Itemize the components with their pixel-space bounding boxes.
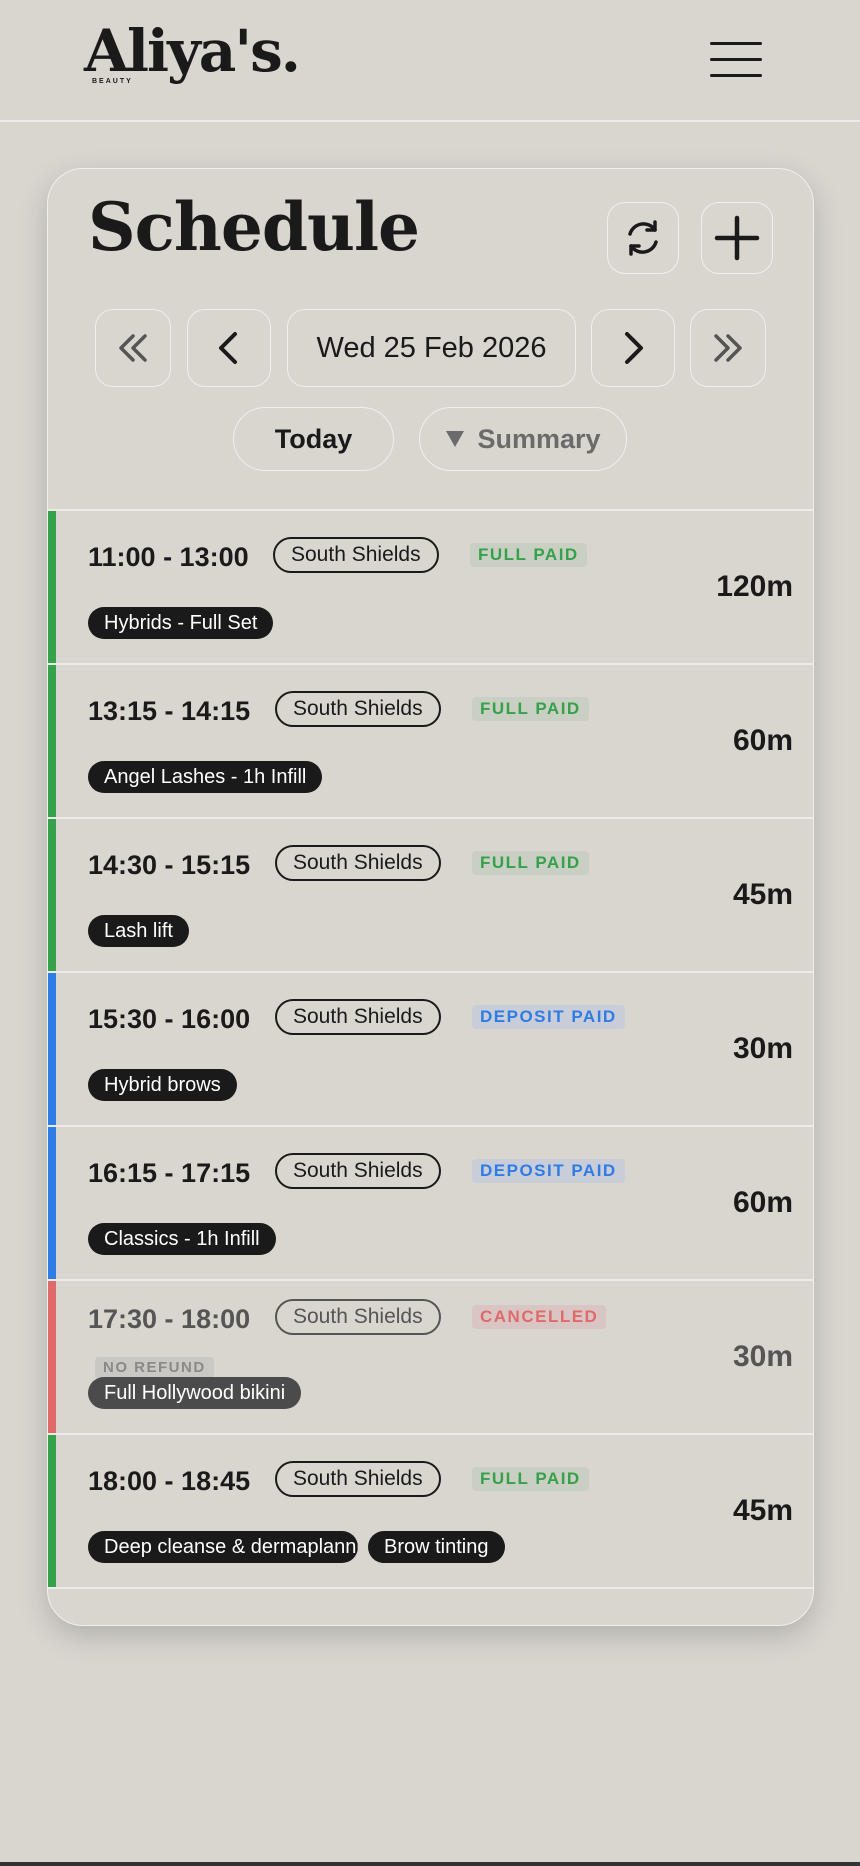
double-chevron-left-icon bbox=[119, 334, 147, 362]
appointment-duration: 120m bbox=[716, 570, 793, 603]
status-color-bar bbox=[48, 1435, 56, 1587]
brand-logo[interactable]: Aliya's. bbox=[84, 22, 301, 80]
location-badge: South Shields bbox=[273, 537, 439, 573]
chevron-left-icon bbox=[219, 332, 237, 364]
status-color-bar bbox=[48, 1127, 56, 1279]
status-color-bar bbox=[48, 819, 56, 971]
appointment-row[interactable]: 17:30 - 18:00 South Shields CANCELLED NO RE… bbox=[48, 1281, 813, 1435]
plus-icon bbox=[714, 215, 760, 261]
summary-label: Summary bbox=[477, 423, 601, 454]
location-badge: South Shields bbox=[275, 1461, 441, 1497]
appointment-row[interactable]: 18:00 - 18:45 South Shields FULL PAID Deep … bbox=[48, 1435, 813, 1589]
appointment-row[interactable]: 16:15 - 17:15 South Shields DEPOSIT PAID Cl… bbox=[48, 1127, 813, 1281]
service-list: Full Hollywood bikini bbox=[88, 1377, 302, 1409]
status-color-bar bbox=[48, 511, 56, 663]
status-color-bar bbox=[48, 665, 56, 817]
schedule-card: Schedule Wed 25 Feb 2026 Today Summary 1… bbox=[47, 168, 814, 1626]
next-week-button[interactable] bbox=[690, 309, 766, 387]
today-button[interactable]: Today bbox=[233, 407, 394, 471]
location-badge: South Shields bbox=[275, 999, 441, 1035]
refresh-button[interactable] bbox=[607, 202, 679, 274]
service-list: Lash lift bbox=[88, 915, 189, 947]
appointment-duration: 60m bbox=[732, 1186, 793, 1219]
payment-status-badge: FULL PAID bbox=[472, 851, 589, 875]
service-list: Hybrid brows bbox=[88, 1069, 237, 1101]
service-chip: Hybrid brows bbox=[88, 1069, 237, 1101]
service-chip: Deep cleanse & dermaplanning bbox=[88, 1531, 358, 1563]
appointment-time: 16:15 - 17:15 bbox=[88, 1158, 251, 1188]
service-list: Deep cleanse & dermaplanning Brow tinting bbox=[88, 1531, 505, 1563]
summary-toggle-button[interactable]: Summary bbox=[419, 407, 627, 471]
top-bar: Aliya's. BEAUTY bbox=[0, 0, 860, 122]
payment-status-badge: FULL PAID bbox=[470, 543, 587, 567]
previous-week-button[interactable] bbox=[95, 309, 171, 387]
appointment-time: 15:30 - 16:00 bbox=[88, 1004, 251, 1034]
location-badge: South Shields bbox=[275, 1153, 441, 1189]
service-chip: Brow tinting bbox=[368, 1531, 505, 1563]
refresh-icon bbox=[628, 220, 658, 256]
hamburger-menu-icon[interactable] bbox=[710, 40, 762, 80]
appointment-duration: 30m bbox=[732, 1032, 793, 1065]
status-color-bar bbox=[48, 1281, 56, 1433]
brand-logo-subtext: BEAUTY bbox=[92, 78, 133, 85]
appointment-duration: 45m bbox=[732, 1494, 793, 1527]
appointment-duration: 60m bbox=[732, 724, 793, 757]
location-badge: South Shields bbox=[275, 845, 441, 881]
previous-day-button[interactable] bbox=[187, 309, 271, 387]
page-title: Schedule bbox=[88, 188, 420, 266]
service-chip: Angel Lashes - 1h Infill bbox=[88, 761, 323, 793]
payment-status-badge: FULL PAID bbox=[472, 1467, 589, 1491]
appointment-time: 17:30 - 18:00 bbox=[88, 1304, 251, 1334]
payment-status-badge: FULL PAID bbox=[472, 697, 589, 721]
service-chip: Hybrids - Full Set bbox=[88, 607, 274, 639]
date-picker-button[interactable]: Wed 25 Feb 2026 bbox=[287, 309, 576, 387]
service-chip: Classics - 1h Infill bbox=[88, 1223, 276, 1255]
location-badge: South Shields bbox=[275, 691, 441, 727]
double-chevron-right-icon bbox=[714, 334, 742, 362]
payment-status-badge: DEPOSIT PAID bbox=[472, 1159, 625, 1183]
appointment-time: 18:00 - 18:45 bbox=[88, 1466, 251, 1496]
triangle-down-icon bbox=[446, 431, 465, 447]
service-chip: Lash lift bbox=[88, 915, 189, 947]
service-chip: Full Hollywood bikini bbox=[88, 1377, 302, 1409]
add-appointment-button[interactable] bbox=[701, 202, 773, 274]
service-list: Classics - 1h Infill bbox=[88, 1223, 276, 1255]
bottom-divider bbox=[0, 1862, 860, 1866]
appointment-list: 11:00 - 13:00 South Shields FULL PAID Hybri… bbox=[48, 509, 813, 1589]
appointment-row[interactable]: 14:30 - 15:15 South Shields FULL PAID Lash … bbox=[48, 819, 813, 973]
appointment-row[interactable]: 11:00 - 13:00 South Shields FULL PAID Hybri… bbox=[48, 511, 813, 665]
payment-status-badge: DEPOSIT PAID bbox=[472, 1005, 625, 1029]
appointment-duration: 30m bbox=[732, 1340, 793, 1373]
chevron-right-icon bbox=[625, 332, 643, 364]
appointment-time: 11:00 - 13:00 bbox=[88, 542, 249, 572]
refund-note-badge: NO REFUND bbox=[95, 1357, 214, 1379]
next-day-button[interactable] bbox=[591, 309, 675, 387]
appointment-time: 14:30 - 15:15 bbox=[88, 850, 251, 880]
service-list: Hybrids - Full Set bbox=[88, 607, 274, 639]
appointment-duration: 45m bbox=[732, 878, 793, 911]
status-color-bar bbox=[48, 973, 56, 1125]
payment-status-badge: CANCELLED bbox=[472, 1305, 607, 1329]
appointment-time: 13:15 - 14:15 bbox=[88, 696, 251, 726]
appointment-row[interactable]: 13:15 - 14:15 South Shields FULL PAID Angel… bbox=[48, 665, 813, 819]
service-list: Angel Lashes - 1h Infill bbox=[88, 761, 323, 793]
location-badge: South Shields bbox=[275, 1299, 441, 1335]
appointment-row[interactable]: 15:30 - 16:00 South Shields DEPOSIT PAID Hy… bbox=[48, 973, 813, 1127]
